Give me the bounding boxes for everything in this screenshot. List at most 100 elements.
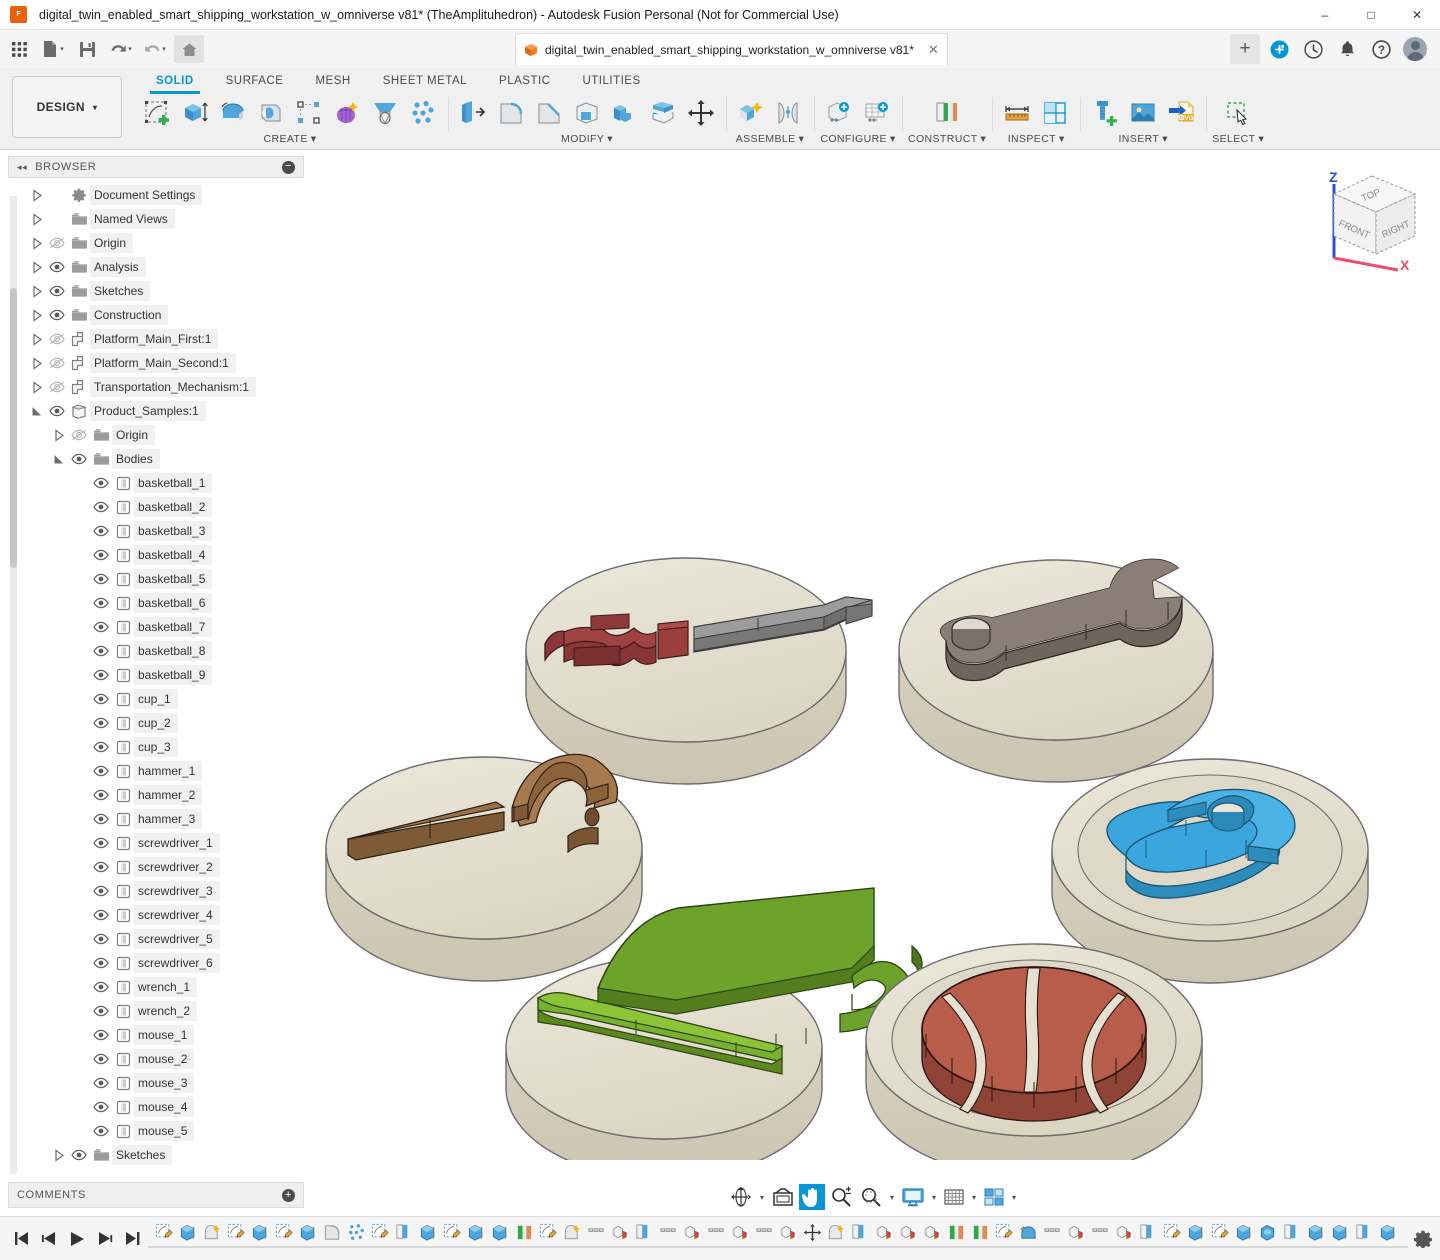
visibility-eye-icon[interactable] — [68, 453, 90, 465]
visibility-eye-icon[interactable] — [46, 261, 68, 273]
browser-tree-item[interactable]: basketball_4 — [0, 543, 306, 567]
visibility-eye-icon[interactable] — [90, 981, 112, 993]
screwdriver-disc[interactable] — [526, 558, 872, 784]
visibility-eye-icon[interactable] — [90, 717, 112, 729]
tree-expand-arrow[interactable] — [28, 237, 46, 250]
browser-scrollbar-thumb[interactable] — [10, 288, 17, 568]
extrude-icon[interactable] — [176, 95, 214, 131]
browser-tree-item[interactable]: Sketches — [0, 279, 306, 303]
canvas-3d-viewport[interactable]: Z X TOP FRONT RIGHT — [306, 150, 1440, 1216]
offset-plane-icon[interactable] — [928, 95, 966, 131]
visibility-eye-icon[interactable] — [90, 813, 112, 825]
help-icon[interactable]: ? — [1364, 32, 1398, 66]
browser-tree-item[interactable]: mouse_1 — [0, 1023, 306, 1047]
tree-expand-arrow[interactable] — [28, 285, 46, 298]
visibility-eye-icon[interactable] — [90, 525, 112, 537]
tab-solid[interactable]: SOLID — [140, 70, 210, 92]
new-document-caret[interactable]: ▾ — [60, 45, 64, 53]
browser-tree-item[interactable]: hammer_1 — [0, 759, 306, 783]
browser-tree-item[interactable]: mouse_5 — [0, 1119, 306, 1143]
browser-tree-item[interactable]: basketball_7 — [0, 615, 306, 639]
new-component-icon[interactable] — [732, 95, 770, 131]
visibility-eye-icon[interactable] — [90, 861, 112, 873]
visibility-eye-icon[interactable] — [90, 909, 112, 921]
visibility-eye-icon[interactable] — [90, 741, 112, 753]
recent-activity-icon[interactable] — [1296, 32, 1330, 66]
browser-tree-item[interactable]: Origin — [0, 423, 306, 447]
tree-expand-arrow[interactable] — [28, 309, 46, 322]
fusion-360-extension-icon[interactable] — [1262, 32, 1296, 66]
split-face-icon[interactable] — [644, 95, 682, 131]
tree-expand-arrow[interactable] — [50, 1149, 68, 1162]
panel-assemble-label[interactable]: ASSEMBLE▾ — [736, 133, 804, 145]
visibility-eye-icon[interactable] — [46, 405, 68, 417]
configuration-table-icon[interactable] — [858, 95, 896, 131]
browser-tree-item[interactable]: basketball_6 — [0, 591, 306, 615]
save-icon[interactable] — [72, 35, 102, 63]
panel-modify-label[interactable]: MODIFY▾ — [561, 133, 613, 145]
visibility-eye-icon[interactable] — [46, 285, 68, 297]
tree-expand-arrow[interactable] — [28, 357, 46, 370]
section-analysis-icon[interactable] — [1036, 95, 1074, 131]
tree-expand-arrow[interactable] — [28, 189, 46, 202]
panel-create-label[interactable]: CREATE▾ — [264, 133, 317, 145]
browser-tree-item[interactable]: mouse_2 — [0, 1047, 306, 1071]
workspace-switcher-button[interactable]: DESIGN ▾ — [12, 76, 122, 138]
browser-tree-item[interactable]: mouse_3 — [0, 1071, 306, 1095]
visibility-eye-icon[interactable] — [90, 885, 112, 897]
redo-icon[interactable]: ▾ — [140, 35, 170, 63]
step-forward-icon[interactable] — [92, 1226, 118, 1252]
grid-snaps-icon[interactable] — [941, 1184, 967, 1210]
display-settings-icon[interactable] — [899, 1184, 927, 1210]
minimize-button[interactable]: – — [1302, 0, 1348, 30]
visibility-eye-icon[interactable] — [90, 933, 112, 945]
insert-canvas-icon[interactable] — [1124, 95, 1162, 131]
combine-icon[interactable] — [606, 95, 644, 131]
browser-tree-item[interactable]: basketball_8 — [0, 639, 306, 663]
tab-plastic[interactable]: PLASTIC — [483, 70, 566, 92]
close-button[interactable]: ✕ — [1394, 0, 1440, 30]
go-to-beginning-icon[interactable] — [8, 1226, 34, 1252]
wrench-disc[interactable] — [899, 559, 1213, 782]
new-document-icon[interactable]: ▾ — [38, 35, 68, 63]
visibility-eye-hidden-icon[interactable] — [46, 237, 68, 249]
home-icon[interactable] — [174, 35, 204, 63]
viewports-icon[interactable] — [981, 1184, 1007, 1210]
browser-minimize-icon[interactable]: − — [282, 161, 295, 174]
browser-tree-item[interactable]: basketball_1 — [0, 471, 306, 495]
browser-tree-item[interactable]: Sketches — [0, 1143, 306, 1167]
chamfer-icon[interactable] — [530, 95, 568, 131]
tree-expand-arrow[interactable] — [28, 261, 46, 274]
visibility-eye-icon[interactable] — [90, 1029, 112, 1041]
visibility-eye-icon[interactable] — [90, 549, 112, 561]
browser-tree-item[interactable]: Construction — [0, 303, 306, 327]
tree-expand-arrow[interactable] — [28, 333, 46, 346]
move-copy-icon[interactable] — [682, 95, 720, 131]
browser-tree-item[interactable]: Analysis — [0, 255, 306, 279]
browser-tree-item[interactable]: Product_Samples:1 — [0, 399, 306, 423]
browser-tree-item[interactable]: Document Settings — [0, 183, 306, 207]
browser-tree-item[interactable]: wrench_1 — [0, 975, 306, 999]
browser-tree-item[interactable]: Platform_Main_Second:1 — [0, 351, 306, 375]
browser-collapse-icon[interactable]: ◂◂ — [17, 162, 27, 173]
browser-tree-item[interactable]: Platform_Main_First:1 — [0, 327, 306, 351]
tree-expand-arrow[interactable] — [50, 429, 68, 442]
maximize-button[interactable]: □ — [1348, 0, 1394, 30]
panel-construct-label[interactable]: CONSTRUCT▾ — [908, 133, 986, 145]
pattern-icon[interactable] — [290, 95, 328, 131]
visibility-eye-icon[interactable] — [90, 573, 112, 585]
browser-tree-item[interactable]: cup_1 — [0, 687, 306, 711]
browser-tree-item[interactable]: wrench_2 — [0, 999, 306, 1023]
zoom-icon[interactable] — [827, 1184, 855, 1210]
grid-snaps-caret-icon[interactable]: ▾ — [969, 1184, 979, 1210]
form-icon[interactable] — [328, 95, 366, 131]
avatar[interactable] — [1398, 32, 1432, 66]
panel-insert-label[interactable]: INSERT▾ — [1118, 133, 1167, 145]
loft-icon[interactable] — [366, 95, 404, 131]
browser-tree-item[interactable]: basketball_9 — [0, 663, 306, 687]
create-sketch-icon[interactable] — [138, 95, 176, 131]
comments-panel-header[interactable]: COMMENTS + — [8, 1182, 304, 1208]
tab-surface[interactable]: SURFACE — [210, 70, 300, 92]
timeline-rail[interactable] — [148, 1242, 1408, 1252]
visibility-eye-icon[interactable] — [90, 1053, 112, 1065]
